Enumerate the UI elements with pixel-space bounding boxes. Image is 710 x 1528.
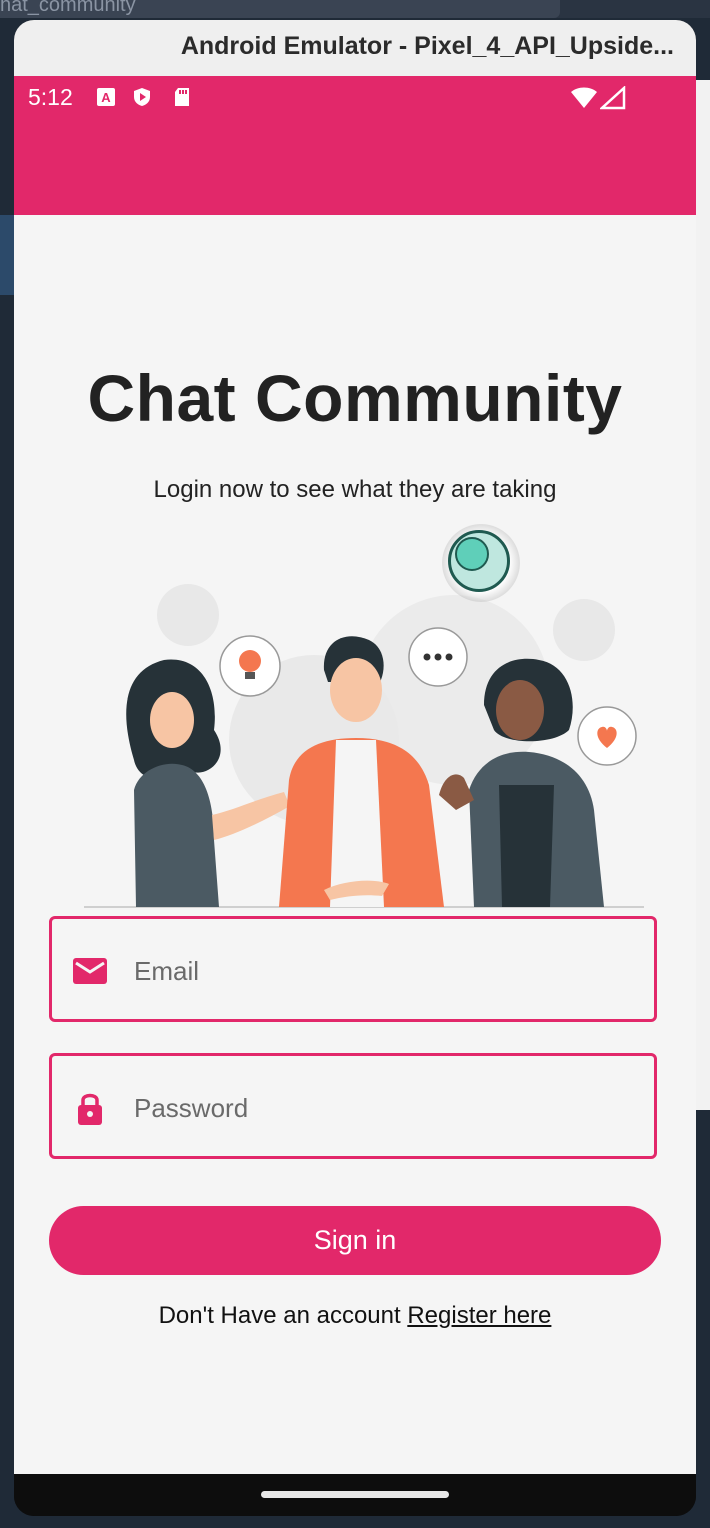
ide-tab[interactable]: hat_community (0, 0, 560, 18)
cell-signal-icon (600, 86, 626, 110)
email-input[interactable] (132, 945, 636, 997)
heart-bubble-icon (577, 706, 637, 766)
bg-circle (553, 599, 615, 661)
svg-text:A: A (101, 90, 111, 105)
status-bar: 5:12 A (14, 76, 696, 120)
ide-tab-title: hat_community (0, 0, 136, 16)
password-field[interactable] (49, 1053, 657, 1159)
status-time: 5:12 (28, 84, 73, 110)
shield-play-icon (134, 88, 150, 106)
a-notification-icon: A (97, 88, 115, 106)
app-screen: 5:12 A Chat Community Login now to see w… (14, 76, 696, 1474)
navigation-bar (14, 1474, 696, 1516)
emulator-window: Android Emulator - Pixel_4_API_Upside...… (14, 20, 696, 1516)
typing-bubble-icon (408, 627, 468, 687)
mail-icon (73, 958, 107, 984)
idea-bubble-icon (219, 635, 281, 697)
ide-right-panel (696, 80, 710, 1110)
emulator-title-bar[interactable]: Android Emulator - Pixel_4_API_Upside... (14, 20, 696, 77)
people-chatting-illustration (84, 584, 644, 908)
app-bar: 5:12 A (14, 76, 696, 215)
home-gesture-handle[interactable] (261, 1491, 449, 1498)
wifi-icon (571, 87, 597, 108)
sign-in-button[interactable]: Sign in (49, 1206, 661, 1275)
bg-circle (157, 584, 219, 646)
emulator-window-title: Android Emulator - Pixel_4_API_Upside... (180, 32, 674, 60)
sd-card-icon (175, 88, 189, 106)
page-subtitle: Login now to see what they are taking (153, 476, 557, 503)
password-input[interactable] (132, 1082, 636, 1134)
register-prompt: Don't Have an account Register here (14, 1302, 696, 1330)
lock-icon (78, 1093, 102, 1125)
register-prompt-text: Don't Have an account (158, 1302, 408, 1329)
touch-indicator (442, 524, 520, 602)
ide-side-strip (0, 215, 14, 295)
email-field[interactable] (49, 916, 657, 1022)
register-link[interactable]: Register here (407, 1302, 551, 1329)
page-title: Chat Community (87, 361, 623, 435)
